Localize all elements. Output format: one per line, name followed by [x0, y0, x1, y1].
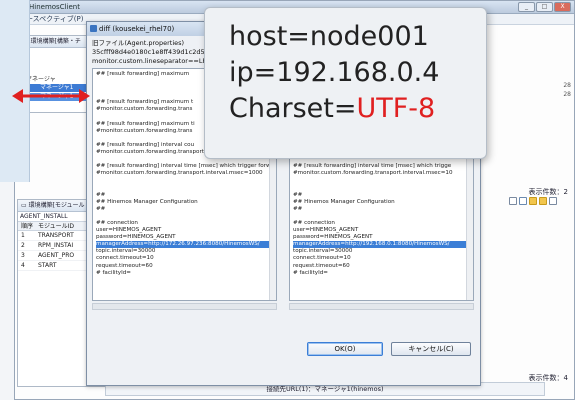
right-edge-values: 28 28 [563, 82, 571, 98]
col-order[interactable]: 順序 [18, 222, 38, 230]
refresh-icon[interactable] [519, 197, 527, 205]
ok-button[interactable]: OK(O) [307, 342, 383, 356]
double-arrow-icon [12, 89, 90, 103]
diff-line: password=HINEMOS_AGENT [96, 234, 176, 241]
diff-line: # facilityId= [96, 269, 131, 276]
diff-line: request.timeout=60 [96, 262, 153, 269]
callout-charset: Charset=UTF-8 [229, 93, 436, 124]
diff-line: ## [result forwarding] interval time [ms… [293, 163, 452, 170]
diff-line: ## [293, 205, 303, 212]
diff-line-highlighted: managerAddress=http://172.26.97.236:8080… [96, 241, 273, 249]
minimize-view-icon[interactable] [549, 197, 557, 205]
agent-pane-column-header: マネージャ [26, 76, 56, 83]
diff-line: password=HINEMOS_AGENT [293, 234, 373, 241]
diff-line: ## connection [96, 219, 138, 226]
callout-host: host=node001 [229, 21, 429, 52]
col-module-id[interactable]: モジュールID [38, 222, 74, 230]
maximize-button[interactable]: □ [536, 2, 553, 12]
minimize-button[interactable]: _ [518, 2, 535, 12]
count-top: 表示件数：2 [528, 188, 568, 196]
diff-line: ## [result forwarding] interval time [ms… [96, 163, 271, 170]
filter-icon[interactable] [529, 197, 537, 205]
diff-dialog-title: diff (kousekei_rhel70) [99, 25, 175, 33]
diff-line: ## [293, 191, 303, 198]
settings-icon[interactable] [539, 197, 547, 205]
right-hscrollbar[interactable] [289, 303, 474, 310]
diff-line [293, 185, 470, 192]
diff-line-highlighted: managerAddress=http://192.168.0.1:8080/H… [293, 241, 470, 249]
app-title: HinemosClient [29, 3, 80, 11]
diff-line: ## Hinemos Manager Configuration [293, 198, 395, 205]
callout-box: host=node001 ip=192.168.0.4 Charset=UTF-… [204, 7, 487, 159]
view-toolbar [509, 197, 557, 205]
diff-line: #monitor.custom.forwarding.transport.int… [293, 170, 453, 177]
diff-icon [90, 25, 97, 32]
checkbox-icon[interactable] [509, 197, 517, 205]
cancel-button[interactable]: キャンセル(C) [391, 342, 471, 356]
close-button[interactable]: X [554, 2, 571, 12]
diff-line: connect.timeout=10 [96, 255, 154, 262]
diff-line: ## [96, 205, 106, 212]
diff-line [96, 177, 273, 184]
diff-line: topic.interval=30000 [293, 248, 353, 255]
diff-line: request.timeout=60 [293, 262, 350, 269]
diff-line: ## connection [293, 219, 335, 226]
callout-ip: ip=192.168.0.4 [229, 57, 440, 88]
diff-line: ## [96, 191, 106, 198]
diff-line: topic.interval=30000 [96, 248, 156, 255]
diff-line: connect.timeout=10 [293, 255, 351, 262]
diff-line [293, 213, 470, 220]
left-hscrollbar[interactable] [92, 303, 277, 310]
diff-line: #monitor.custom.forwarding.transport.int… [96, 170, 263, 177]
diff-line: ## Hinemos Manager Configuration [96, 198, 198, 205]
pane-icon: ▭ [21, 202, 29, 209]
diff-line: # facilityId= [293, 269, 328, 276]
diff-line [293, 177, 470, 184]
diff-line [96, 185, 273, 192]
diff-line: user=HINEMOS_AGENT [96, 227, 162, 234]
charset-value: UTF-8 [356, 93, 436, 124]
window-controls: _ □ X [518, 2, 571, 12]
diff-line: user=HINEMOS_AGENT [293, 227, 359, 234]
diff-line [96, 213, 273, 220]
